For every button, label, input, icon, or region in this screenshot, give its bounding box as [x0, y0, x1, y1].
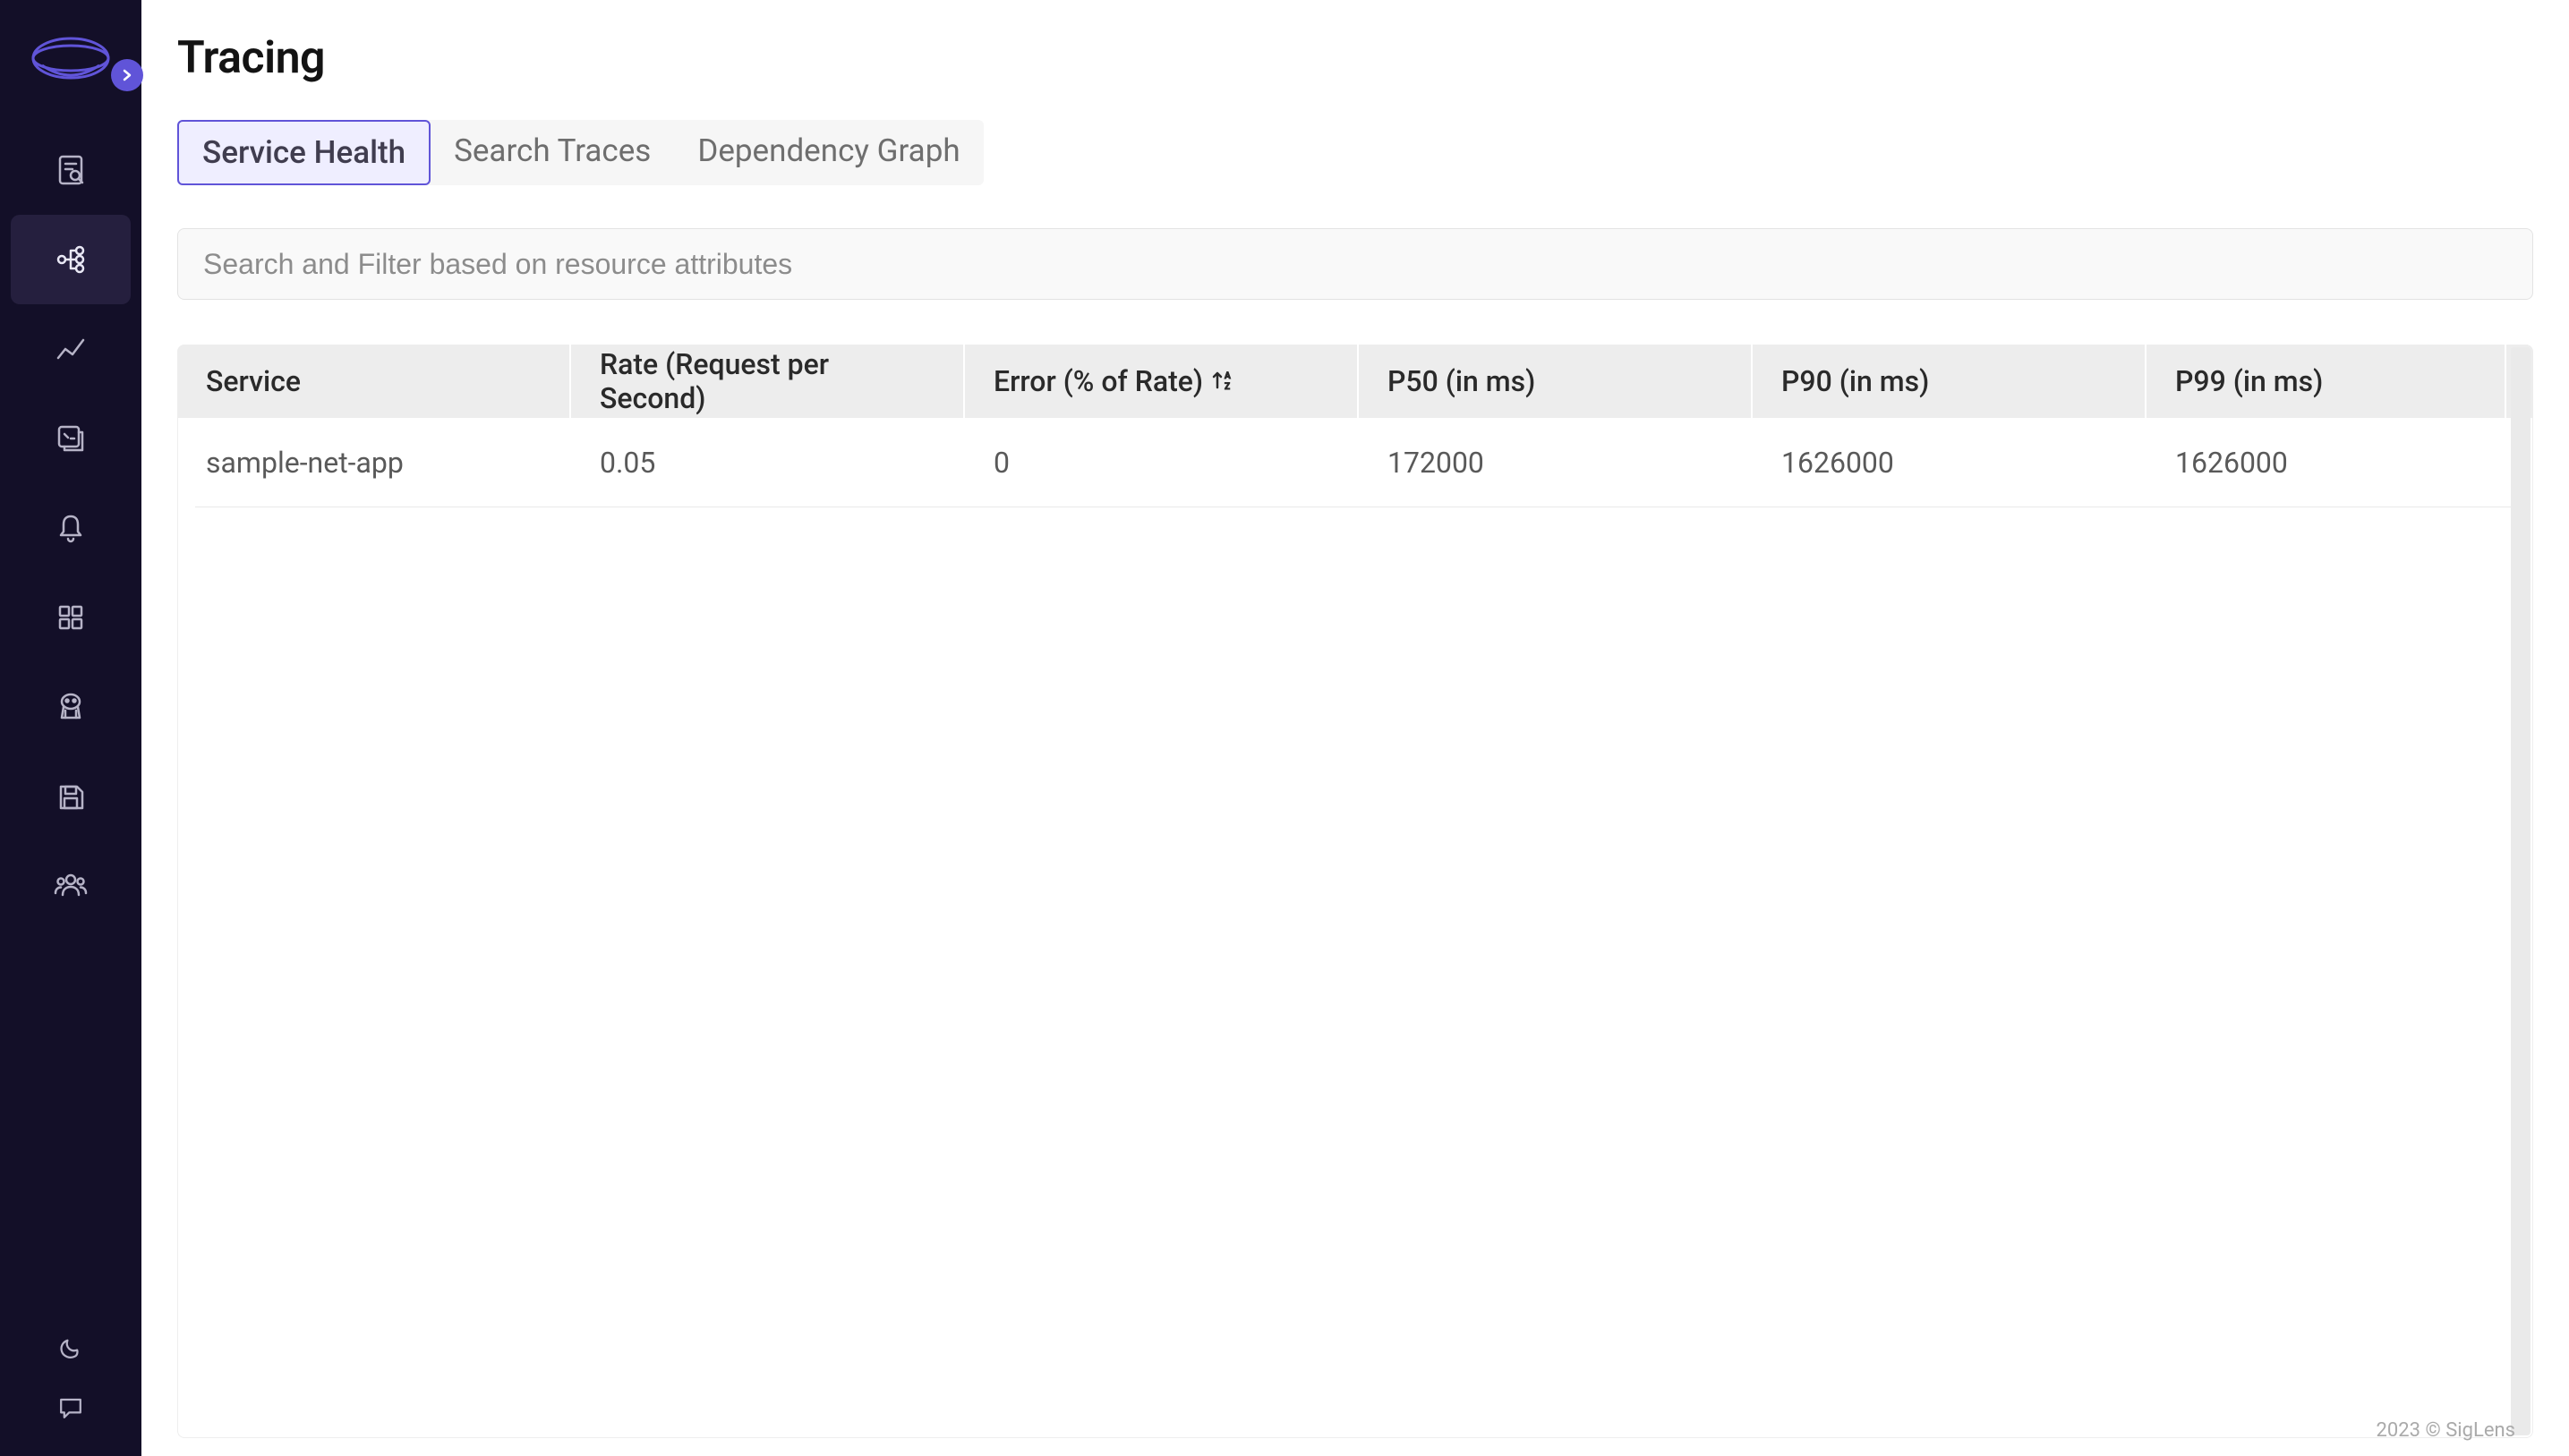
- cell-p99: 1626000: [2164, 446, 2515, 480]
- main-content: Tracing Service Health Search Traces Dep…: [141, 0, 2569, 1456]
- logo-icon: [26, 31, 115, 85]
- table-row[interactable]: sample-net-app 0.05 0 172000 1626000 162…: [195, 418, 2515, 507]
- search-wrapper: [177, 228, 2533, 300]
- nav-item-tracing[interactable]: [11, 215, 131, 304]
- nav-item-stacks[interactable]: [11, 394, 131, 483]
- sidebar-bottom: [0, 1316, 141, 1456]
- moon-icon: [55, 1331, 87, 1363]
- line-chart-icon: [53, 331, 89, 367]
- nav-item-alerts[interactable]: [11, 483, 131, 573]
- cell-error: 0: [983, 446, 1377, 480]
- column-header-service[interactable]: Service: [177, 345, 571, 418]
- column-header-label: P99 (in ms): [2175, 364, 2323, 398]
- column-header-label: Service: [206, 364, 301, 398]
- stacks-icon: [53, 421, 89, 456]
- svg-text:Z: Z: [1225, 382, 1230, 392]
- table-body: sample-net-app 0.05 0 172000 1626000 162…: [177, 418, 2533, 507]
- service-health-table: Service Rate (Request per Second) Error …: [177, 345, 2533, 1438]
- cell-rate: 0.05: [589, 446, 983, 480]
- page-title: Tracing: [177, 32, 2533, 84]
- svg-text:A: A: [1225, 371, 1231, 381]
- nav: [0, 116, 141, 1316]
- bell-icon: [53, 510, 89, 546]
- chevron-right-icon: [120, 68, 134, 82]
- scrollbar-track[interactable]: [2511, 347, 2531, 1435]
- sort-asc-icon: A Z: [1210, 368, 1237, 395]
- theme-toggle[interactable]: [11, 1316, 131, 1377]
- users-icon: [53, 868, 89, 904]
- grid-apps-icon: [53, 600, 89, 635]
- tracing-icon: [53, 242, 89, 277]
- cell-p90: 1626000: [1771, 446, 2164, 480]
- robot-icon: [53, 689, 89, 725]
- chat-icon: [55, 1392, 87, 1424]
- tab-service-health[interactable]: Service Health: [177, 120, 431, 185]
- column-header-p99[interactable]: P99 (in ms): [2147, 345, 2506, 418]
- tab-dependency-graph[interactable]: Dependency Graph: [674, 120, 983, 185]
- nav-item-metrics[interactable]: [11, 304, 131, 394]
- expand-sidebar-button[interactable]: [111, 59, 143, 91]
- feedback-button[interactable]: [11, 1377, 131, 1438]
- column-header-p50[interactable]: P50 (in ms): [1359, 345, 1753, 418]
- column-header-p90[interactable]: P90 (in ms): [1753, 345, 2147, 418]
- nav-item-users[interactable]: [11, 841, 131, 931]
- column-header-label: Rate (Request per Second): [600, 347, 935, 415]
- table-header: Service Rate (Request per Second) Error …: [177, 345, 2533, 418]
- column-header-error[interactable]: Error (% of Rate) A Z: [965, 345, 1359, 418]
- cell-service: sample-net-app: [195, 446, 589, 480]
- search-input[interactable]: [177, 228, 2533, 300]
- column-header-label: Error (% of Rate): [994, 364, 1203, 398]
- sidebar: [0, 0, 141, 1456]
- column-header-label: P90 (in ms): [1781, 364, 1929, 398]
- nav-item-dashboards[interactable]: [11, 573, 131, 662]
- tabs: Service Health Search Traces Dependency …: [177, 120, 984, 185]
- tab-search-traces[interactable]: Search Traces: [431, 120, 674, 185]
- nav-item-search-logs[interactable]: [11, 125, 131, 215]
- save-icon: [53, 779, 89, 814]
- column-header-rate[interactable]: Rate (Request per Second): [571, 345, 965, 418]
- column-header-label: P50 (in ms): [1387, 364, 1535, 398]
- logo-area: [0, 0, 141, 116]
- nav-item-bot[interactable]: [11, 662, 131, 752]
- nav-item-save[interactable]: [11, 752, 131, 841]
- footer-copyright: 2023 © SigLens: [2377, 1419, 2515, 1442]
- search-file-icon: [53, 152, 89, 188]
- cell-p50: 172000: [1377, 446, 1771, 480]
